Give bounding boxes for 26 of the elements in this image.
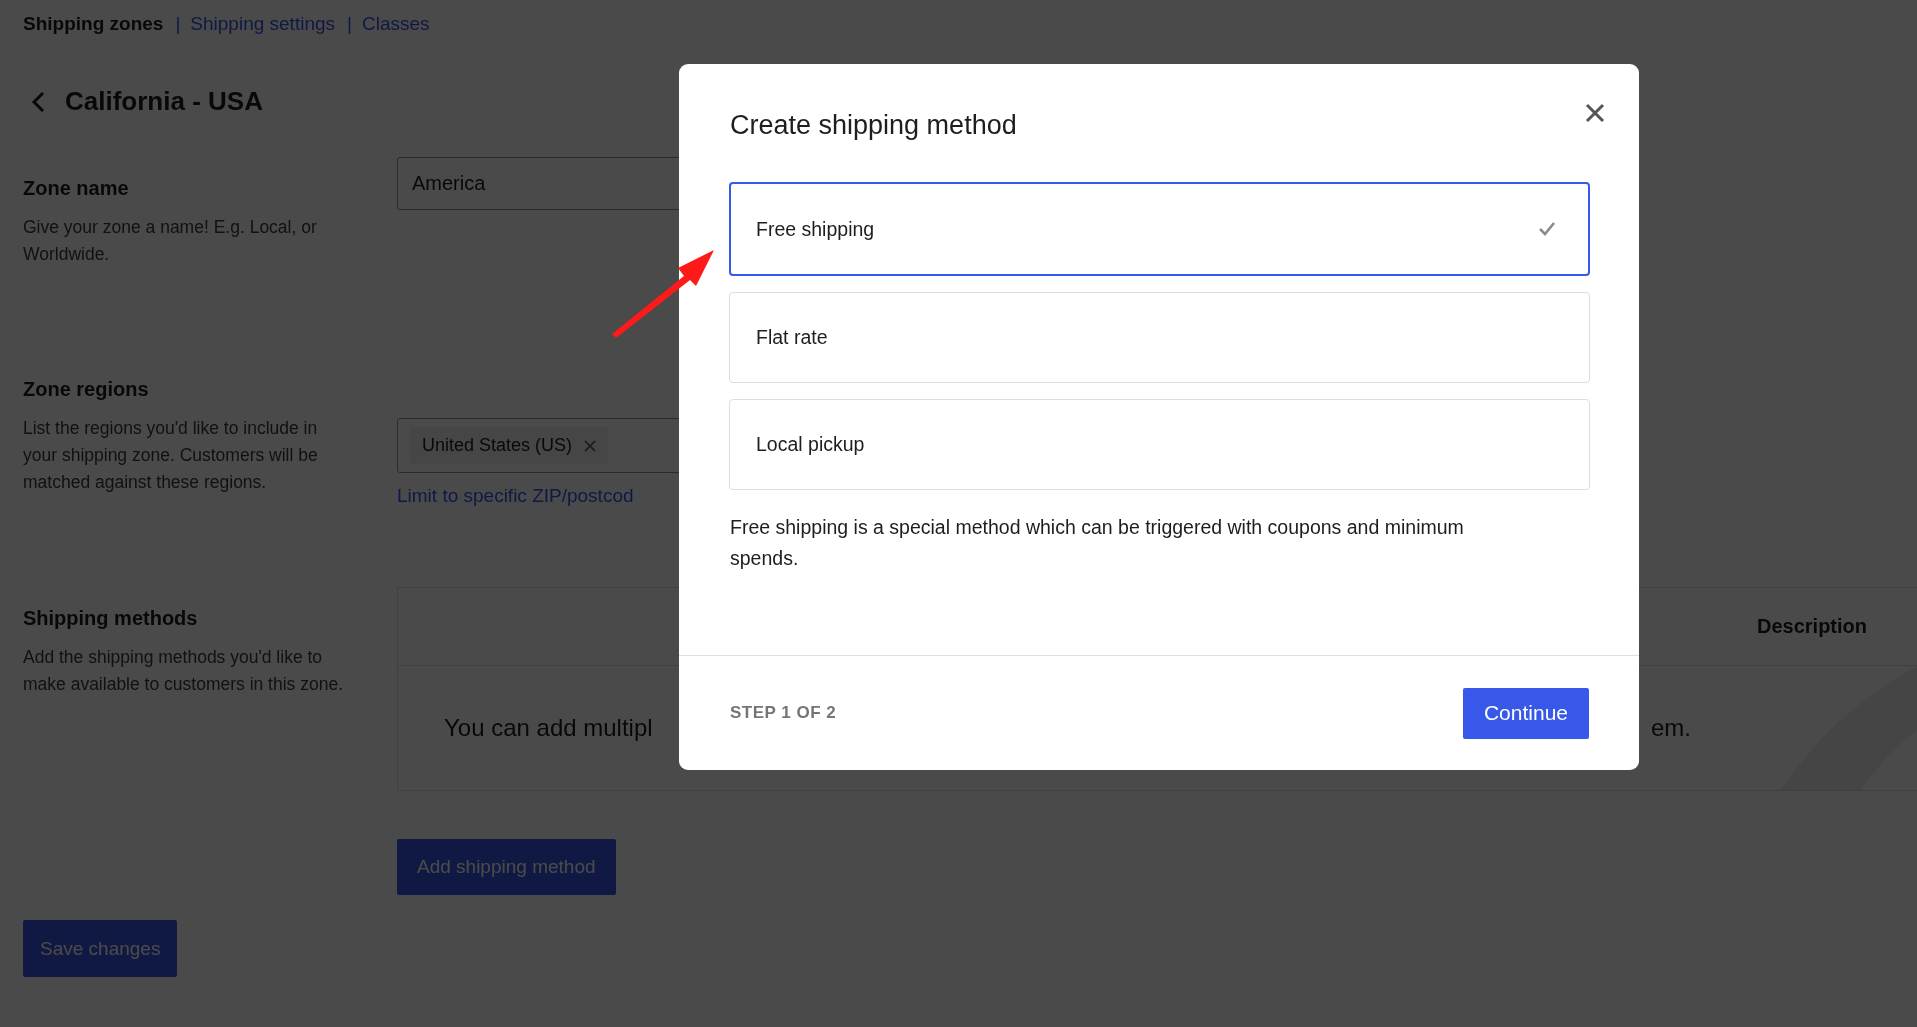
section-description: Add the shipping methods you'd like to make available to customers in this zone. bbox=[23, 646, 345, 696]
continue-button[interactable]: Continue bbox=[1462, 687, 1589, 739]
column-header: Description bbox=[1757, 615, 1868, 638]
empty-message: You can add multipl bbox=[444, 714, 653, 742]
section-description: Give your zone a name! E.g. Local, or Worldwide. bbox=[23, 216, 318, 266]
method-description: Free shipping is a special method which can be triggered with coupons and minimum spends. bbox=[730, 515, 1465, 571]
section-heading: Shipping methods bbox=[23, 607, 199, 630]
nav-separator: | bbox=[347, 13, 352, 35]
method-option[interactable]: Flat rate bbox=[729, 292, 1590, 383]
section-heading: Zone name bbox=[23, 177, 130, 200]
option-label: Local pickup bbox=[756, 433, 865, 456]
section-description: List the regions you'd like to include in your shipping zone. Customers will be matched against these regions. bbox=[23, 417, 319, 494]
modal-title: Create shipping method bbox=[730, 110, 1017, 141]
page-title: California - USA bbox=[65, 86, 263, 117]
postcode-link[interactable]: Limit to specific ZIP/postcod bbox=[397, 485, 634, 507]
method-option[interactable]: Local pickup bbox=[729, 399, 1590, 490]
empty-message: em. bbox=[1651, 714, 1691, 742]
option-label: Free shipping bbox=[756, 217, 875, 241]
nav-separator: | bbox=[175, 13, 181, 35]
section-heading: Zone regions bbox=[23, 378, 150, 401]
nav-link[interactable]: Shipping zones bbox=[23, 13, 164, 35]
nav-link[interactable]: Shipping settings bbox=[190, 13, 336, 35]
step-indicator: STEP 1 OF 2 bbox=[730, 703, 837, 723]
method-option[interactable]: Free shipping bbox=[729, 182, 1590, 276]
option-label: Flat rate bbox=[756, 326, 828, 349]
region-label: United States (US) bbox=[422, 435, 573, 456]
